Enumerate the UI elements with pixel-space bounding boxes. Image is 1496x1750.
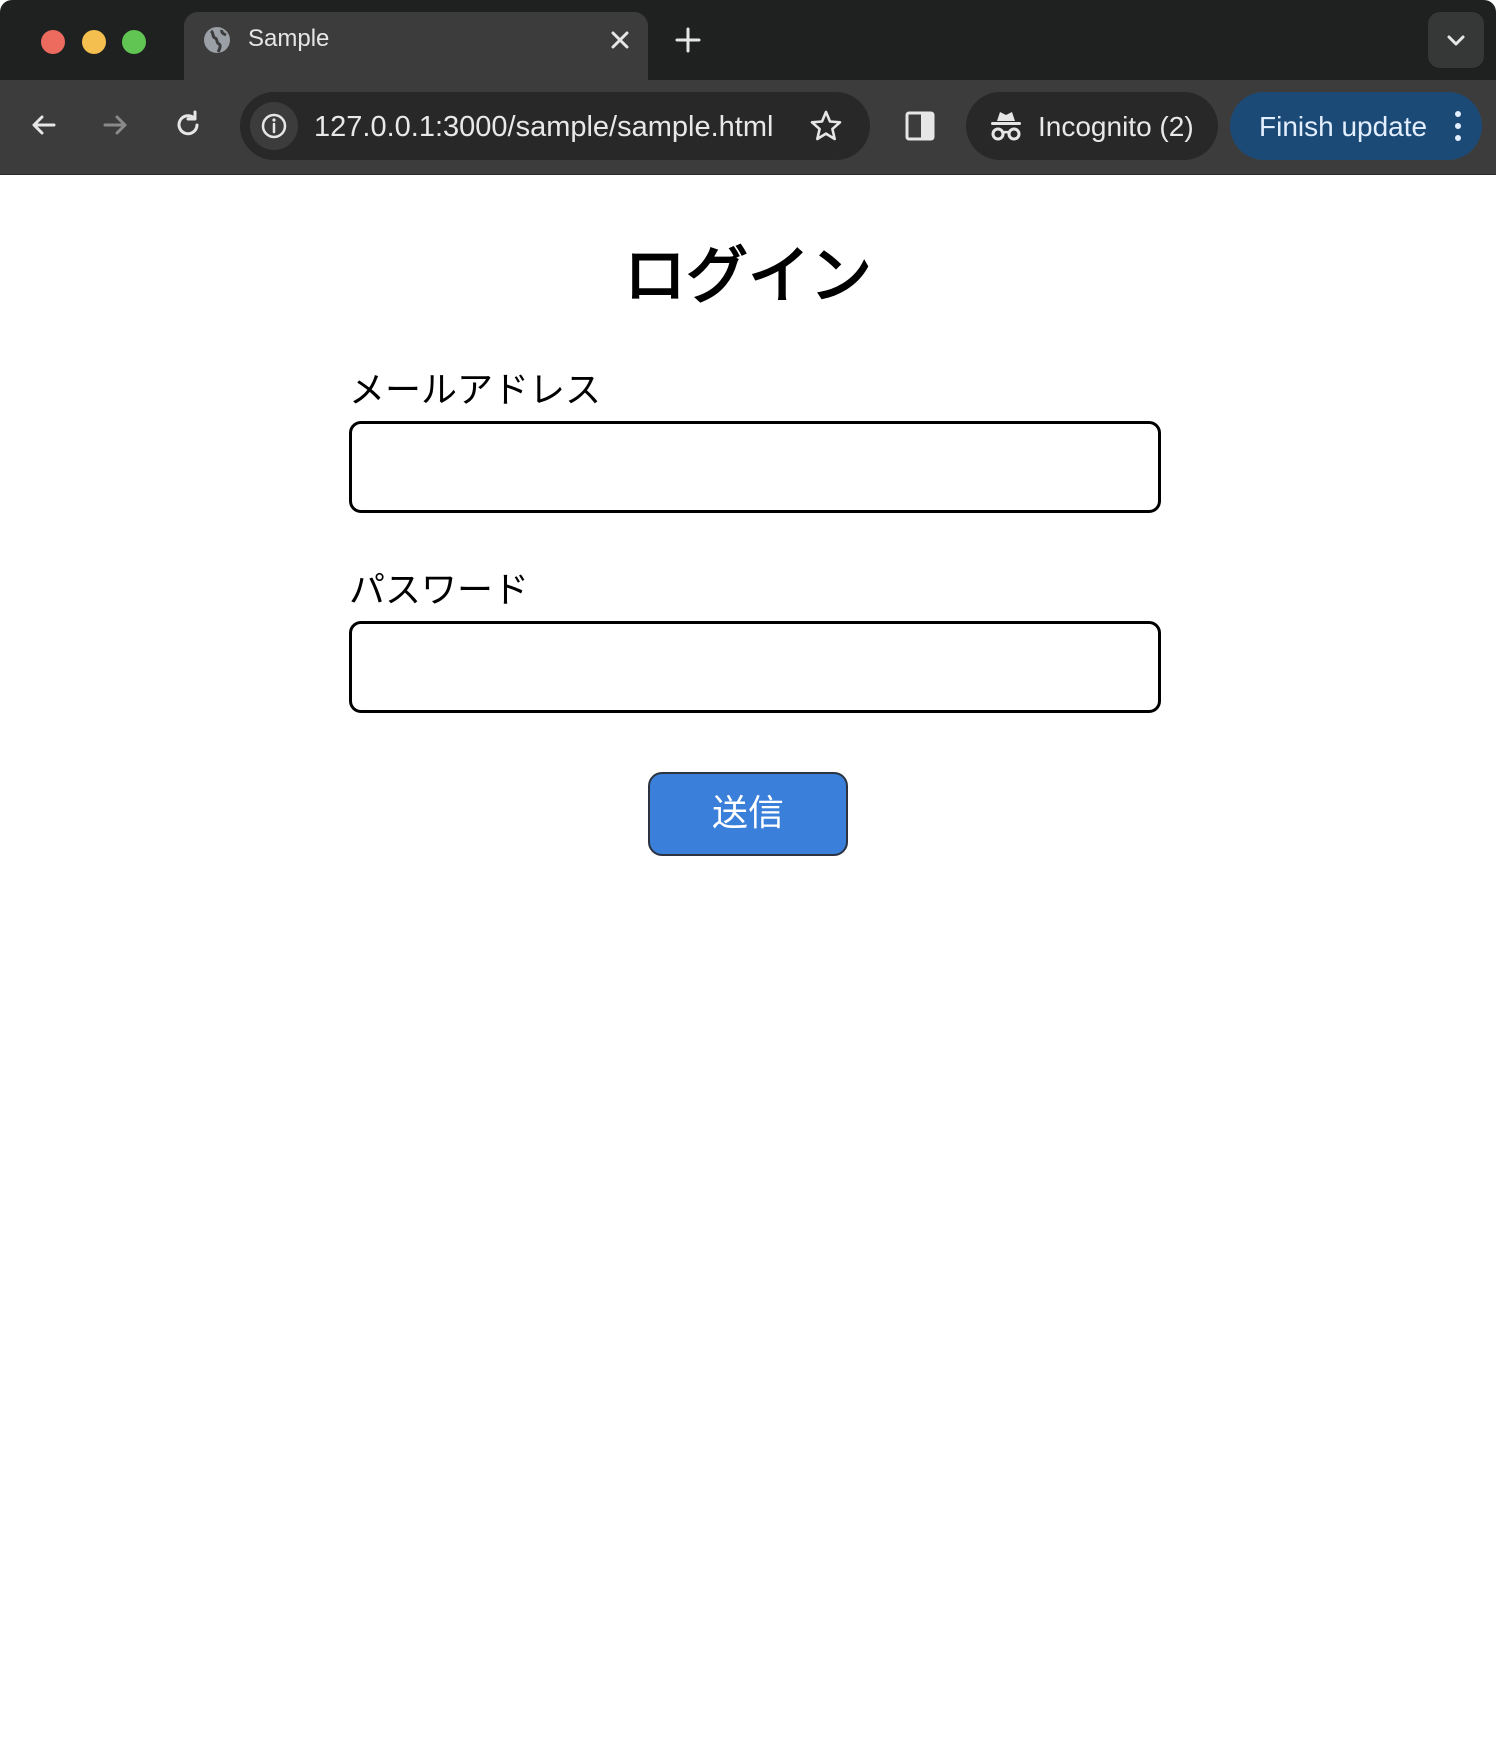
address-bar[interactable]: 127.0.0.1:3000/sample/sample.html — [240, 92, 870, 160]
arrow-right-icon[interactable] — [97, 107, 133, 143]
url-text[interactable]: 127.0.0.1:3000/sample/sample.html — [314, 111, 773, 143]
email-label: メールアドレス — [349, 370, 602, 411]
close-icon[interactable] — [606, 26, 634, 54]
reload-icon[interactable] — [170, 107, 206, 143]
browser-window: Sample 127.0.0.1:3000/sample/sample.html… — [0, 0, 1496, 1750]
chevron-down-icon — [1447, 35, 1465, 46]
tab-sample[interactable]: Sample — [184, 12, 648, 80]
window-zoom-button[interactable] — [122, 30, 146, 54]
finish-update-label: Finish update — [1259, 111, 1428, 142]
incognito-indicator[interactable]: Incognito (2) — [966, 92, 1218, 160]
incognito-label: Incognito (2) — [1038, 111, 1194, 142]
browser-toolbar: 127.0.0.1:3000/sample/sample.html Incogn… — [0, 80, 1496, 175]
password-field[interactable] — [349, 621, 1161, 713]
window-close-button[interactable] — [41, 30, 65, 54]
tab-search-button[interactable] — [1428, 12, 1484, 68]
more-vertical-icon[interactable] — [1454, 110, 1462, 142]
tab-title: Sample — [248, 25, 330, 52]
arrow-left-icon[interactable] — [26, 107, 62, 143]
info-icon — [261, 113, 287, 139]
password-label: パスワード — [349, 570, 530, 611]
tab-strip: Sample — [0, 0, 1496, 80]
page-title: ログイン — [623, 239, 872, 312]
page-content: ログイン メールアドレス パスワード 送信 — [0, 175, 1496, 1750]
submit-button[interactable]: 送信 — [648, 772, 848, 856]
incognito-icon — [991, 112, 1021, 141]
side-panel-icon[interactable] — [903, 109, 937, 143]
finish-update-button[interactable]: Finish update — [1230, 92, 1482, 160]
star-icon[interactable] — [808, 108, 844, 144]
site-info-button[interactable] — [250, 102, 298, 150]
globe-icon — [204, 27, 230, 53]
window-minimize-button[interactable] — [82, 30, 106, 54]
plus-icon[interactable] — [672, 24, 704, 56]
email-field[interactable] — [349, 421, 1161, 513]
